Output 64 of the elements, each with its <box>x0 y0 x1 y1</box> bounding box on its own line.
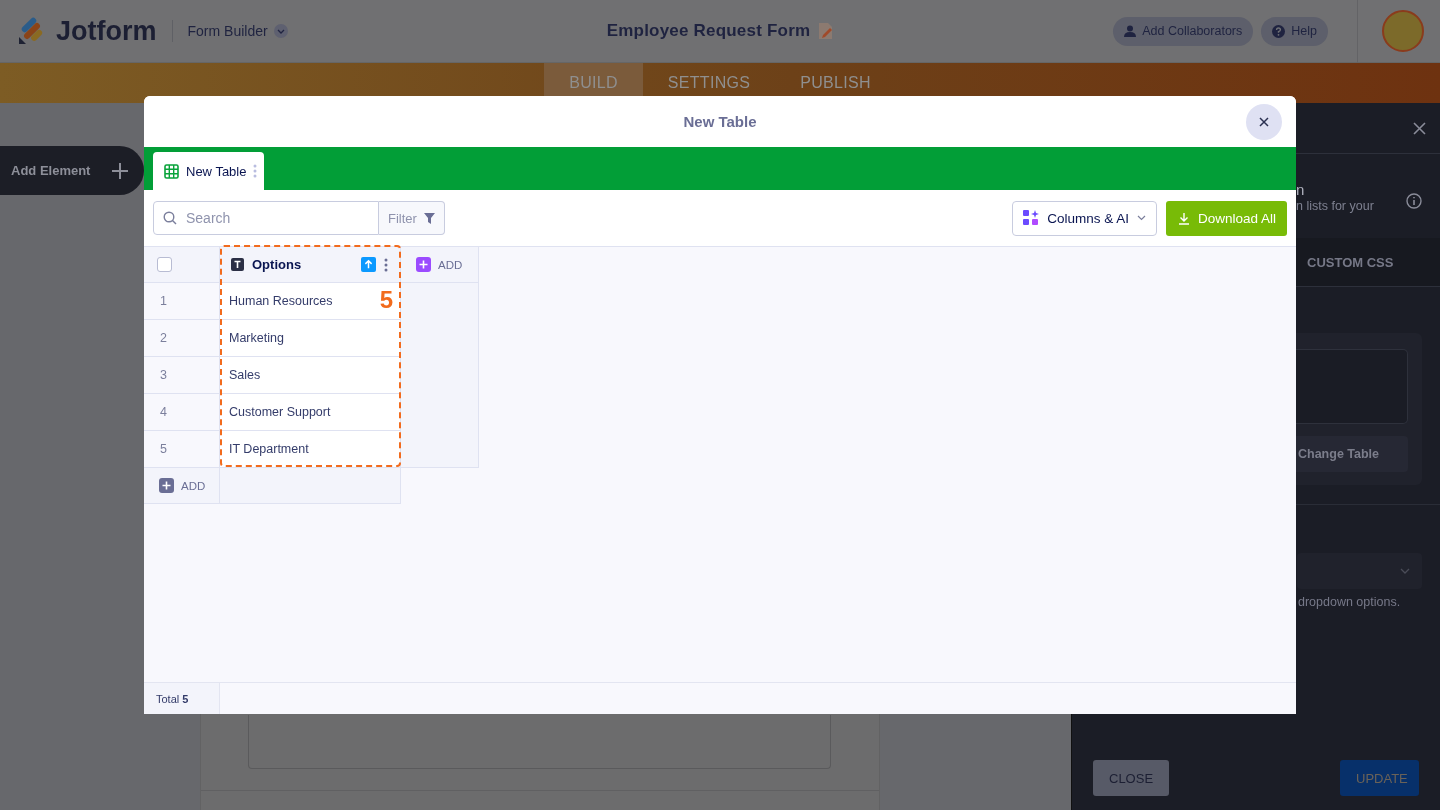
add-element-button[interactable]: Add Element <box>0 146 144 195</box>
add-collaborators-button[interactable]: Add Collaborators <box>1113 16 1254 46</box>
modal-title: New Table <box>683 113 757 130</box>
plus-icon <box>159 478 174 493</box>
add-column-button[interactable]: ADD <box>401 247 479 283</box>
more-options-icon[interactable] <box>253 164 258 178</box>
text-type-icon <box>231 258 244 271</box>
table-cell[interactable]: IT Department <box>220 431 401 468</box>
chevron-down-icon <box>1400 568 1410 574</box>
table-icon <box>164 163 179 179</box>
text-area[interactable] <box>248 715 831 769</box>
step-number: 5 <box>379 286 393 314</box>
row-number: 5 <box>144 431 220 468</box>
chevron-down-icon <box>273 24 288 38</box>
nav-tab[interactable]: PUBLISH <box>775 63 896 103</box>
plus-icon <box>416 257 431 272</box>
table-cell[interactable]: Marketing <box>220 320 401 357</box>
column-header[interactable]: Options <box>220 247 401 283</box>
user-icon <box>1124 25 1137 37</box>
chevron-down-icon <box>1136 215 1146 221</box>
input-field[interactable] <box>1295 349 1408 424</box>
table-cell[interactable]: Customer Support <box>220 394 401 431</box>
filter-button[interactable]: Filter <box>379 201 445 235</box>
change-table-button[interactable]: Change Table <box>1296 436 1408 472</box>
form-title: Employee Request Form <box>606 21 811 41</box>
search-icon <box>163 211 177 225</box>
row-number: 3 <box>144 357 220 394</box>
custom-css-tab[interactable]: CUSTOM CSS <box>1307 254 1394 270</box>
download-icon <box>1177 211 1190 225</box>
avatar[interactable] <box>1382 10 1424 52</box>
edit-document-icon[interactable] <box>818 22 834 40</box>
download-all-button[interactable]: Download All <box>1165 200 1287 236</box>
plus-icon <box>111 161 129 180</box>
panel-title: n <box>1296 181 1306 198</box>
row-total: Total 5 <box>156 692 189 705</box>
close-icon[interactable] <box>1413 121 1426 135</box>
sparkle-grid-icon <box>1023 210 1040 226</box>
close-icon <box>1259 117 1269 127</box>
select-all-checkbox[interactable] <box>157 257 172 272</box>
logo-icon <box>17 17 45 45</box>
hint-text: dropdown options. <box>1297 595 1402 609</box>
row-number: 2 <box>144 320 220 357</box>
nav-tab[interactable]: SETTINGS <box>642 63 776 103</box>
update-button[interactable]: UPDATE <box>1340 760 1419 796</box>
logo-text[interactable]: Jotform <box>56 15 157 47</box>
filter-icon <box>423 212 435 224</box>
columns-menu-button[interactable]: Columns & AI <box>1012 200 1157 236</box>
search-field[interactable]: Search <box>153 201 379 235</box>
panel-description: n lists for your <box>1296 199 1375 213</box>
close-button[interactable] <box>1246 104 1282 140</box>
info-icon[interactable] <box>1406 193 1422 209</box>
table-cell[interactable]: Sales <box>220 357 401 394</box>
row-number: 1 <box>144 283 220 320</box>
help-icon <box>1272 24 1286 38</box>
close-button[interactable]: CLOSE <box>1093 760 1170 796</box>
row-number: 4 <box>144 394 220 431</box>
help-button[interactable]: Help <box>1261 16 1328 46</box>
sheet-tab[interactable]: New Table <box>153 152 265 190</box>
add-row-button[interactable]: ADD <box>144 468 220 504</box>
column-title: Options <box>252 257 302 272</box>
form-builder-menu[interactable]: Form Builder <box>187 23 288 39</box>
more-options-icon[interactable] <box>384 257 388 272</box>
dropdown-field[interactable] <box>1297 553 1422 589</box>
sort-arrow-icon[interactable] <box>361 257 376 272</box>
